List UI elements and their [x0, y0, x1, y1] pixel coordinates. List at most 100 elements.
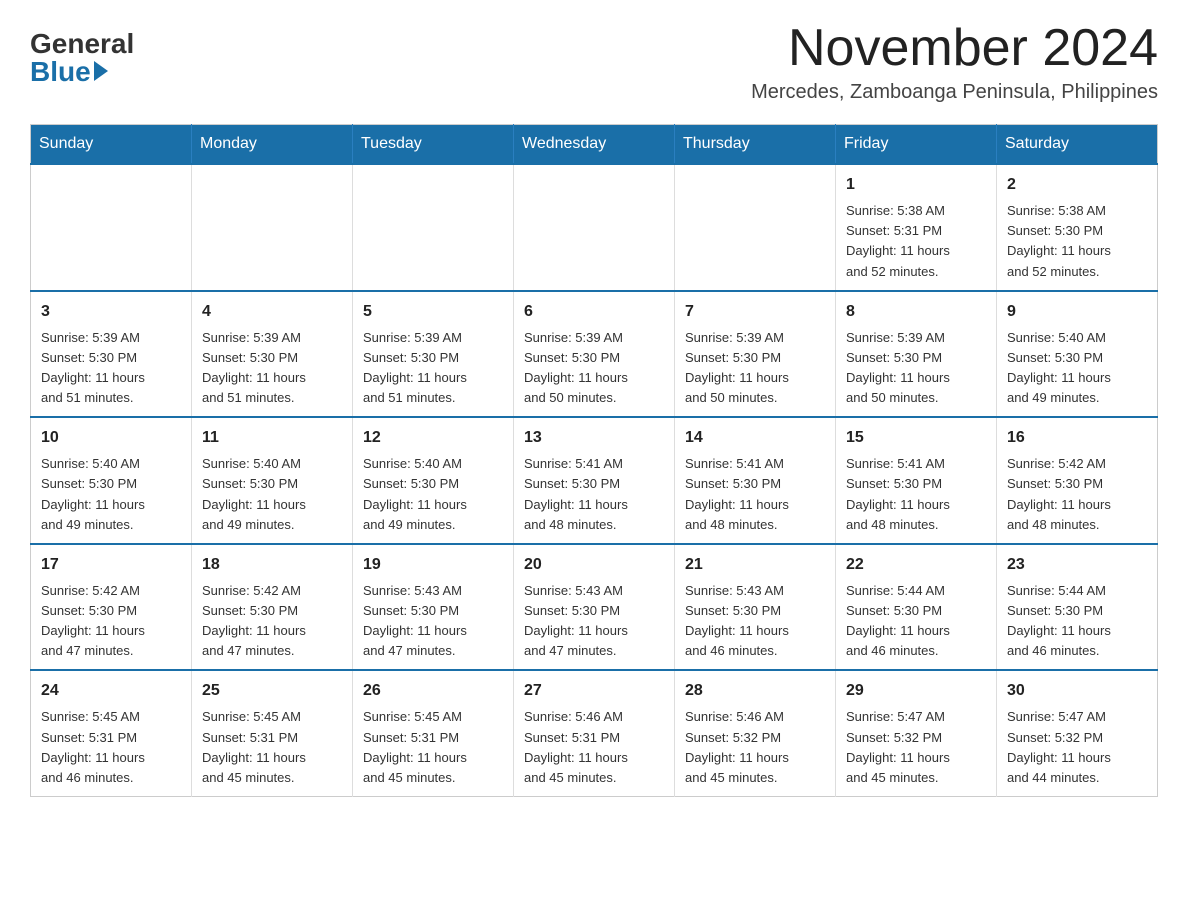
day-info: Sunrise: 5:39 AM Sunset: 5:30 PM Dayligh…: [685, 328, 825, 409]
calendar-cell: 14 Sunrise: 5:41 AM Sunset: 5:30 PM Dayli…: [675, 417, 836, 544]
day-info: Sunrise: 5:45 AM Sunset: 5:31 PM Dayligh…: [41, 707, 181, 788]
logo-blue-text: Blue: [30, 58, 108, 86]
day-info: Sunrise: 5:43 AM Sunset: 5:30 PM Dayligh…: [363, 581, 503, 662]
day-info: Sunrise: 5:41 AM Sunset: 5:30 PM Dayligh…: [524, 454, 664, 535]
day-info: Sunrise: 5:39 AM Sunset: 5:30 PM Dayligh…: [202, 328, 342, 409]
calendar-cell: 18Sunrise: 5:42 AM Sunset: 5:30 PM Dayli…: [192, 544, 353, 671]
logo-triangle-icon: [94, 61, 108, 81]
day-number: 25: [202, 679, 342, 703]
calendar-cell: 19 Sunrise: 5:43 AM Sunset: 5:30 PM Dayli…: [353, 544, 514, 671]
calendar-header: SundayMondayTuesdayWednesdayThursdayFrid…: [31, 125, 1158, 165]
day-info: Sunrise: 5:45 AM Sunset: 5:31 PM Dayligh…: [363, 707, 503, 788]
header-day-sunday: Sunday: [31, 125, 192, 165]
day-number: 11: [202, 426, 342, 450]
header-day-friday: Friday: [836, 125, 997, 165]
day-number: 3: [41, 300, 181, 324]
day-number: 8: [846, 300, 986, 324]
calendar-cell: 25 Sunrise: 5:45 AM Sunset: 5:31 PM Dayli…: [192, 670, 353, 796]
day-number: 12: [363, 426, 503, 450]
day-number: 23: [1007, 553, 1147, 577]
day-info: Sunrise: 5:39 AM Sunset: 5:30 PM Dayligh…: [524, 328, 664, 409]
day-info: Sunrise: 5:42 AM Sunset: 5:30 PM Dayligh…: [41, 581, 181, 662]
day-number: 19: [363, 553, 503, 577]
day-info: Sunrise: 5:41 AM Sunset: 5:30 PM Dayligh…: [685, 454, 825, 535]
calendar-cell: 1Sunrise: 5:38 AM Sunset: 5:31 PM Daylig…: [836, 164, 997, 291]
location-title: Mercedes, Zamboanga Peninsula, Philippin…: [751, 81, 1158, 104]
day-number: 2: [1007, 173, 1147, 197]
day-number: 21: [685, 553, 825, 577]
title-area: November 2024 Mercedes, Zamboanga Penins…: [751, 20, 1158, 104]
calendar-cell: 12 Sunrise: 5:40 AM Sunset: 5:30 PM Dayli…: [353, 417, 514, 544]
calendar-cell: [353, 164, 514, 291]
day-info: Sunrise: 5:42 AM Sunset: 5:30 PM Dayligh…: [1007, 454, 1147, 535]
day-info: Sunrise: 5:46 AM Sunset: 5:31 PM Dayligh…: [524, 707, 664, 788]
calendar-cell: 29 Sunrise: 5:47 AM Sunset: 5:32 PM Dayli…: [836, 670, 997, 796]
calendar-cell: 27 Sunrise: 5:46 AM Sunset: 5:31 PM Dayli…: [514, 670, 675, 796]
calendar-cell: 24 Sunrise: 5:45 AM Sunset: 5:31 PM Dayli…: [31, 670, 192, 796]
header-day-tuesday: Tuesday: [353, 125, 514, 165]
header-day-saturday: Saturday: [997, 125, 1158, 165]
calendar-table: SundayMondayTuesdayWednesdayThursdayFrid…: [30, 124, 1158, 797]
day-info: Sunrise: 5:40 AM Sunset: 5:30 PM Dayligh…: [1007, 328, 1147, 409]
calendar-cell: 20Sunrise: 5:43 AM Sunset: 5:30 PM Dayli…: [514, 544, 675, 671]
day-number: 10: [41, 426, 181, 450]
calendar-week-4: 17Sunrise: 5:42 AM Sunset: 5:30 PM Dayli…: [31, 544, 1158, 671]
day-info: Sunrise: 5:39 AM Sunset: 5:30 PM Dayligh…: [846, 328, 986, 409]
calendar-week-3: 10 Sunrise: 5:40 AM Sunset: 5:30 PM Dayli…: [31, 417, 1158, 544]
day-number: 7: [685, 300, 825, 324]
day-info: Sunrise: 5:43 AM Sunset: 5:30 PM Dayligh…: [685, 581, 825, 662]
day-number: 24: [41, 679, 181, 703]
day-number: 16: [1007, 426, 1147, 450]
day-info: Sunrise: 5:44 AM Sunset: 5:30 PM Dayligh…: [1007, 581, 1147, 662]
day-info: Sunrise: 5:45 AM Sunset: 5:31 PM Dayligh…: [202, 707, 342, 788]
calendar-cell: 6Sunrise: 5:39 AM Sunset: 5:30 PM Daylig…: [514, 291, 675, 418]
calendar-cell: 8 Sunrise: 5:39 AM Sunset: 5:30 PM Daylig…: [836, 291, 997, 418]
day-info: Sunrise: 5:39 AM Sunset: 5:30 PM Dayligh…: [363, 328, 503, 409]
day-info: Sunrise: 5:47 AM Sunset: 5:32 PM Dayligh…: [1007, 707, 1147, 788]
header: General Blue November 2024 Mercedes, Zam…: [30, 20, 1158, 104]
day-info: Sunrise: 5:40 AM Sunset: 5:30 PM Dayligh…: [202, 454, 342, 535]
day-number: 22: [846, 553, 986, 577]
header-day-thursday: Thursday: [675, 125, 836, 165]
calendar-cell: 22 Sunrise: 5:44 AM Sunset: 5:30 PM Dayli…: [836, 544, 997, 671]
day-info: Sunrise: 5:40 AM Sunset: 5:30 PM Dayligh…: [363, 454, 503, 535]
day-number: 28: [685, 679, 825, 703]
calendar-cell: 11 Sunrise: 5:40 AM Sunset: 5:30 PM Dayli…: [192, 417, 353, 544]
day-number: 14: [685, 426, 825, 450]
day-number: 18: [202, 553, 342, 577]
day-info: Sunrise: 5:43 AM Sunset: 5:30 PM Dayligh…: [524, 581, 664, 662]
calendar-cell: 16 Sunrise: 5:42 AM Sunset: 5:30 PM Dayli…: [997, 417, 1158, 544]
day-info: Sunrise: 5:38 AM Sunset: 5:30 PM Dayligh…: [1007, 201, 1147, 282]
day-info: Sunrise: 5:38 AM Sunset: 5:31 PM Dayligh…: [846, 201, 986, 282]
day-number: 5: [363, 300, 503, 324]
calendar-cell: 13Sunrise: 5:41 AM Sunset: 5:30 PM Dayli…: [514, 417, 675, 544]
day-number: 27: [524, 679, 664, 703]
calendar-week-1: 1Sunrise: 5:38 AM Sunset: 5:31 PM Daylig…: [31, 164, 1158, 291]
calendar-cell: 10 Sunrise: 5:40 AM Sunset: 5:30 PM Dayli…: [31, 417, 192, 544]
logo: General Blue: [30, 20, 134, 86]
day-info: Sunrise: 5:40 AM Sunset: 5:30 PM Dayligh…: [41, 454, 181, 535]
header-day-wednesday: Wednesday: [514, 125, 675, 165]
calendar-cell: 2 Sunrise: 5:38 AM Sunset: 5:30 PM Daylig…: [997, 164, 1158, 291]
day-number: 29: [846, 679, 986, 703]
day-number: 15: [846, 426, 986, 450]
calendar-cell: 5 Sunrise: 5:39 AM Sunset: 5:30 PM Daylig…: [353, 291, 514, 418]
logo-general-text: General: [30, 30, 134, 58]
calendar-cell: 7 Sunrise: 5:39 AM Sunset: 5:30 PM Daylig…: [675, 291, 836, 418]
calendar-week-5: 24 Sunrise: 5:45 AM Sunset: 5:31 PM Dayli…: [31, 670, 1158, 796]
day-info: Sunrise: 5:47 AM Sunset: 5:32 PM Dayligh…: [846, 707, 986, 788]
calendar-cell: 21 Sunrise: 5:43 AM Sunset: 5:30 PM Dayli…: [675, 544, 836, 671]
day-number: 4: [202, 300, 342, 324]
day-info: Sunrise: 5:39 AM Sunset: 5:30 PM Dayligh…: [41, 328, 181, 409]
calendar-cell: 3 Sunrise: 5:39 AM Sunset: 5:30 PM Daylig…: [31, 291, 192, 418]
calendar-cell: 15Sunrise: 5:41 AM Sunset: 5:30 PM Dayli…: [836, 417, 997, 544]
calendar-cell: 4 Sunrise: 5:39 AM Sunset: 5:30 PM Daylig…: [192, 291, 353, 418]
day-number: 26: [363, 679, 503, 703]
day-info: Sunrise: 5:46 AM Sunset: 5:32 PM Dayligh…: [685, 707, 825, 788]
header-day-monday: Monday: [192, 125, 353, 165]
calendar-cell: [514, 164, 675, 291]
calendar-cell: [31, 164, 192, 291]
calendar-cell: 17Sunrise: 5:42 AM Sunset: 5:30 PM Dayli…: [31, 544, 192, 671]
header-row: SundayMondayTuesdayWednesdayThursdayFrid…: [31, 125, 1158, 165]
day-info: Sunrise: 5:44 AM Sunset: 5:30 PM Dayligh…: [846, 581, 986, 662]
